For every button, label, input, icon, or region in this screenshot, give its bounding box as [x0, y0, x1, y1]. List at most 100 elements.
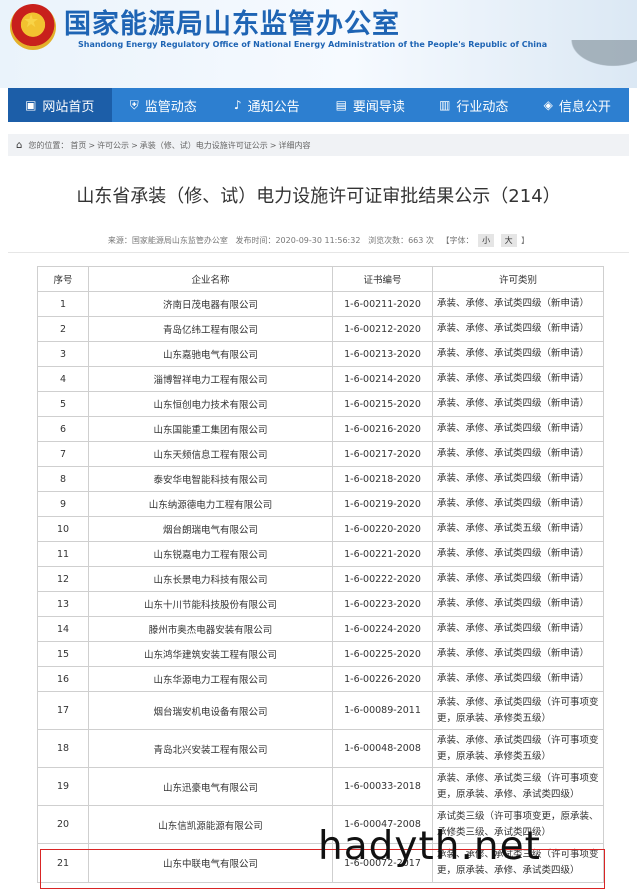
cert-number: 1-6-00213-2020 [332, 341, 433, 367]
cert-number: 1-6-00033-2018 [332, 767, 433, 806]
row-index: 17 [37, 691, 89, 730]
row-index: 20 [37, 805, 89, 844]
row-index: 11 [37, 541, 89, 567]
nav-item-label: 要闻导读 [352, 99, 405, 115]
col-header-index: 序号 [37, 266, 89, 292]
nav-item-0[interactable]: ▣ 网站首页 [8, 88, 112, 122]
font-big-button[interactable]: 大 [500, 234, 517, 247]
font-size-label: 【字体： [441, 236, 474, 245]
row-index: 12 [37, 566, 89, 592]
col-header-company: 企业名称 [88, 266, 333, 292]
row-index: 14 [37, 616, 89, 642]
home-icon: ⌂ [16, 139, 23, 151]
table-row: 3 山东嘉驰电气有限公司 1-6-00213-2020 承装、承修、承试类四级（新申请… [37, 341, 604, 367]
company-name: 泰安华电智能科技有限公司 [88, 466, 333, 492]
row-index: 4 [37, 366, 89, 392]
company-name: 山东国能重工集团有限公司 [88, 416, 333, 442]
font-size-close: 】 [521, 236, 530, 245]
font-small-button[interactable]: 小 [478, 234, 495, 247]
table-row: 18 青岛北兴安装工程有限公司 1-6-00048-2008 承装、承修、承试类四级（… [37, 729, 604, 768]
permit-category: 承装、承修、承试类五级（新申请） [432, 516, 604, 542]
permit-category: 承装、承修、承试类四级（许可事项变更，原承装、承修类五级） [432, 691, 604, 730]
main-nav: ▣ 网站首页 ⛨ 监管动态 ♪ 通知公告 ▤ 要闻导读 ▥ 行业动态 ◈ 信息公开 [8, 88, 629, 122]
nav-item-label: 网站首页 [42, 99, 95, 115]
table-row: 10 烟台朗瑞电气有限公司 1-6-00220-2020 承装、承修、承试类五级（新申… [37, 516, 604, 542]
cert-number: 1-6-00214-2020 [332, 366, 433, 392]
company-name: 山东嘉驰电气有限公司 [88, 341, 333, 367]
table-row: 1 济南日茂电器有限公司 1-6-00211-2020 承装、承修、承试类四级（新申请… [37, 291, 604, 317]
cert-number: 1-6-00048-2008 [332, 729, 433, 768]
nav-item-label: 行业动态 [456, 99, 509, 115]
row-index: 18 [37, 729, 89, 768]
cert-number: 1-6-00224-2020 [332, 616, 433, 642]
article-title: 山东省承装（修、试）电力设施许可证审批结果公示（214） [76, 186, 561, 207]
nav-item-1[interactable]: ⛨ 监管动态 [112, 88, 216, 122]
permit-category: 承装、承修、承试类四级（新申请） [432, 366, 604, 392]
shield-icon: ⛨ [129, 97, 139, 112]
nav-item-5[interactable]: ◈ 信息公开 [526, 88, 630, 122]
nav-item-label: 监管动态 [144, 99, 197, 115]
site-header: 国家能源局山东监管办公室 Shandong Energy Regulatory … [0, 0, 637, 88]
row-index: 5 [37, 391, 89, 417]
row-index: 3 [37, 341, 89, 367]
company-name: 山东天频信息工程有限公司 [88, 441, 333, 467]
table-row: 6 山东国能重工集团有限公司 1-6-00216-2020 承装、承修、承试类四级（新… [37, 416, 604, 442]
company-name: 山东迅豪电气有限公司 [88, 767, 333, 806]
newspaper-icon: ▤ [335, 98, 347, 112]
nav-item-3[interactable]: ▤ 要闻导读 [319, 88, 423, 122]
company-name: 山东恒创电力技术有限公司 [88, 391, 333, 417]
breadcrumb-sep: > [269, 140, 277, 150]
permit-category: 承装、承修、承试类三级（许可事项变更，原承装、承修、承试类四级） [432, 767, 604, 806]
nav-item-2[interactable]: ♪ 通知公告 [215, 88, 319, 122]
row-index: 7 [37, 441, 89, 467]
nav-item-4[interactable]: ▥ 行业动态 [422, 88, 526, 122]
cert-number: 1-6-00089-2011 [332, 691, 433, 730]
company-name: 青岛北兴安装工程有限公司 [88, 729, 333, 768]
permit-category: 承装、承修、承试类四级（新申请） [432, 566, 604, 592]
company-name: 烟台朗瑞电气有限公司 [88, 516, 333, 542]
row-index: 16 [37, 666, 89, 692]
permit-category: 承装、承修、承试类四级（新申请） [432, 541, 604, 567]
company-name: 淄博智祥电力工程有限公司 [88, 366, 333, 392]
permit-category: 承装、承修、承试类四级（许可事项变更，原承装、承修类五级） [432, 729, 604, 768]
table-row: 15 山东鸿华建筑安装工程有限公司 1-6-00225-2020 承装、承修、承试类四… [37, 641, 604, 667]
table-row: 19 山东迅豪电气有限公司 1-6-00033-2018 承装、承修、承试类三级（许可… [37, 767, 604, 806]
national-emblem-icon [10, 4, 56, 50]
cert-number: 1-6-00223-2020 [332, 591, 433, 617]
company-name: 山东华源电力工程有限公司 [88, 666, 333, 692]
site-title[interactable]: 国家能源局山东监管办公室 [64, 2, 400, 41]
breadcrumb: ⌂ 您的位置： 首页 > 许可公示 > 承装（修、试）电力设施许可证公示 > 详… [8, 134, 629, 156]
breadcrumb-item-category[interactable]: 承装（修、试）电力设施许可证公示 [140, 140, 268, 151]
nav-item-label: 通知公告 [247, 99, 300, 115]
row-index: 21 [37, 843, 89, 883]
row-index: 9 [37, 491, 89, 517]
breadcrumb-prefix: 您的位置： [28, 140, 69, 150]
row-index: 6 [37, 416, 89, 442]
table-row: 11 山东锐嘉电力工程有限公司 1-6-00221-2020 承装、承修、承试类四级（… [37, 541, 604, 567]
company-name: 山东信凯源能源有限公司 [88, 805, 333, 844]
cert-number: 1-6-00226-2020 [332, 666, 433, 692]
company-name: 山东锐嘉电力工程有限公司 [88, 541, 333, 567]
row-index: 10 [37, 516, 89, 542]
article-published: 发布时间：2020-09-30 11:56:32 [235, 236, 361, 245]
table-row: 4 淄博智祥电力工程有限公司 1-6-00214-2020 承装、承修、承试类四级（新… [37, 366, 604, 392]
company-name: 山东长景电力科技有限公司 [88, 566, 333, 592]
cert-number: 1-6-00217-2020 [332, 441, 433, 467]
breadcrumb-item-permits[interactable]: 许可公示 [97, 140, 129, 151]
permit-category: 承装、承修、承试类四级（新申请） [432, 641, 604, 667]
article-views: 浏览次数：663 次 [368, 236, 434, 245]
article-meta: 来源：国家能源局山东监管办公室 发布时间：2020-09-30 11:56:32… [0, 234, 637, 247]
cert-number: 1-6-00212-2020 [332, 316, 433, 342]
row-index: 13 [37, 591, 89, 617]
breadcrumb-item-home[interactable]: 首页 [70, 140, 86, 151]
permit-category: 承装、承修、承试类四级（新申请） [432, 616, 604, 642]
cert-number: 1-6-00219-2020 [332, 491, 433, 517]
breadcrumb-item-current: 详细内容 [278, 140, 311, 150]
cert-number: 1-6-00225-2020 [332, 641, 433, 667]
company-name: 山东十川节能科技股份有限公司 [88, 591, 333, 617]
watermark: hadyth.net [318, 824, 541, 869]
nav-item-label: 信息公开 [558, 99, 611, 115]
cert-number: 1-6-00218-2020 [332, 466, 433, 492]
article-source: 来源：国家能源局山东监管办公室 [107, 236, 228, 245]
company-name: 滕州市奥杰电器安装有限公司 [88, 616, 333, 642]
